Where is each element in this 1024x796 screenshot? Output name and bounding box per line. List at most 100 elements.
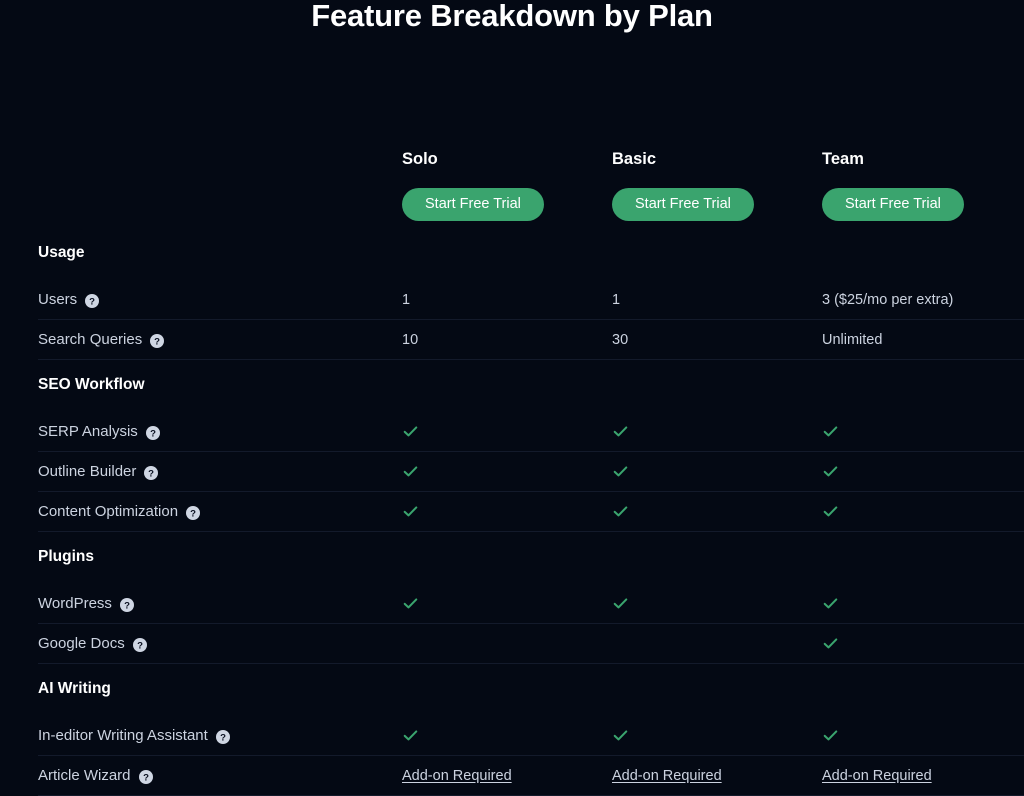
plan-value-cell bbox=[602, 643, 812, 644]
checkmark-icon bbox=[612, 595, 629, 612]
feature-label: Users bbox=[38, 290, 78, 308]
feature-name-cell: Article Wizard? bbox=[38, 766, 392, 786]
svg-text:?: ? bbox=[143, 772, 149, 783]
checkmark-icon bbox=[402, 503, 419, 520]
table-row: Users? 1 1 3 ($25/mo per extra) bbox=[38, 280, 1024, 320]
svg-text:?: ? bbox=[220, 732, 226, 743]
plan-value-cell bbox=[812, 727, 1022, 744]
table-row: Article Wizard? Add-on Required Add-on Req… bbox=[38, 756, 1024, 796]
feature-name-cell: Content Optimization? bbox=[38, 502, 392, 522]
feature-label: In-editor Writing Assistant bbox=[38, 726, 208, 744]
feature-label: Article Wizard bbox=[38, 766, 131, 784]
plan-value-text: 30 bbox=[612, 331, 629, 348]
section-title: SEO Workflow bbox=[38, 376, 145, 393]
plan-name: Team bbox=[822, 150, 864, 168]
table-row: WordPress? bbox=[38, 584, 1024, 624]
plan-value-cell: Unlimited bbox=[812, 330, 1022, 350]
plan-value-cell bbox=[392, 727, 602, 744]
plan-value-cell bbox=[602, 463, 812, 480]
checkmark-icon bbox=[612, 727, 629, 744]
checkmark-icon bbox=[822, 463, 839, 480]
section-title: AI Writing bbox=[38, 680, 111, 697]
feature-name-cell: WordPress? bbox=[38, 594, 392, 614]
add-on-required-link[interactable]: Add-on Required bbox=[612, 766, 722, 786]
plan-value-cell: 3 ($25/mo per extra) bbox=[812, 290, 1022, 310]
plan-value-cell: 1 bbox=[392, 290, 602, 310]
checkmark-icon bbox=[612, 463, 629, 480]
table-row: SERP Analysis? bbox=[38, 412, 1024, 452]
feature-label: Search Queries bbox=[38, 330, 143, 348]
svg-text:?: ? bbox=[154, 336, 160, 347]
table-row: Google Docs? bbox=[38, 624, 1024, 664]
add-on-required-link[interactable]: Add-on Required bbox=[402, 766, 512, 786]
section-header-cell: AI Writing bbox=[0, 679, 392, 701]
plan-value-cell: Add-on Required bbox=[812, 766, 1022, 786]
question-mark-circle-icon[interactable]: ? bbox=[138, 769, 153, 784]
feature-label: Google Docs bbox=[38, 634, 125, 652]
plan-value-text: 3 ($25/mo per extra) bbox=[822, 291, 954, 308]
svg-text:?: ? bbox=[137, 640, 143, 651]
plan-value-text: 10 bbox=[402, 331, 419, 348]
plan-value-cell bbox=[602, 595, 812, 612]
plan-value-cell: Add-on Required bbox=[602, 766, 812, 786]
question-mark-circle-icon[interactable]: ? bbox=[145, 425, 160, 440]
section-header-row: Plugins bbox=[0, 532, 1024, 584]
plan-value-cell bbox=[602, 727, 812, 744]
page-title: Feature Breakdown by Plan bbox=[311, 0, 713, 33]
question-mark-circle-icon[interactable]: ? bbox=[144, 465, 159, 480]
plan-value-cell bbox=[392, 463, 602, 480]
question-mark-circle-icon[interactable]: ? bbox=[150, 333, 165, 348]
section-header-row: SEO Workflow bbox=[0, 360, 1024, 412]
checkmark-icon bbox=[402, 595, 419, 612]
plan-value-cell bbox=[392, 643, 602, 644]
plan-value-cell bbox=[812, 423, 1022, 440]
svg-text:?: ? bbox=[124, 600, 130, 611]
question-mark-circle-icon[interactable]: ? bbox=[186, 505, 201, 520]
table-row: In-editor Writing Assistant? bbox=[38, 716, 1024, 756]
plan-name: Basic bbox=[612, 150, 657, 168]
table-row: Content Optimization? bbox=[38, 492, 1024, 532]
plan-value-cell bbox=[812, 595, 1022, 612]
plan-value-cell bbox=[812, 635, 1022, 652]
start-free-trial-button[interactable]: Start Free Trial bbox=[822, 188, 964, 221]
checkmark-icon bbox=[822, 503, 839, 520]
question-mark-circle-icon[interactable]: ? bbox=[215, 729, 230, 744]
table-row: Search Queries? 10 30 Unlimited bbox=[38, 320, 1024, 360]
plan-value-cell bbox=[392, 595, 602, 612]
checkmark-icon bbox=[402, 727, 419, 744]
section-header-row: Usage bbox=[0, 228, 1024, 280]
question-mark-circle-icon[interactable]: ? bbox=[119, 597, 134, 612]
feature-name-cell: Google Docs? bbox=[38, 634, 392, 654]
feature-label: SERP Analysis bbox=[38, 422, 138, 440]
svg-text:?: ? bbox=[89, 296, 95, 307]
feature-comparison-table: Solo Start Free Trial Basic Start Free T… bbox=[0, 138, 1024, 796]
question-mark-circle-icon[interactable]: ? bbox=[132, 637, 147, 652]
plan-column-0: Solo Start Free Trial bbox=[392, 138, 602, 221]
checkmark-icon bbox=[822, 595, 839, 612]
feature-name-cell: Users? bbox=[38, 290, 392, 310]
plan-column-2: Team Start Free Trial bbox=[812, 138, 1022, 221]
start-free-trial-button[interactable]: Start Free Trial bbox=[612, 188, 754, 221]
plan-value-cell: 30 bbox=[602, 330, 812, 350]
start-free-trial-button[interactable]: Start Free Trial bbox=[402, 188, 544, 221]
plan-value-cell bbox=[812, 463, 1022, 480]
plan-value-cell bbox=[602, 503, 812, 520]
question-mark-circle-icon[interactable]: ? bbox=[85, 293, 100, 308]
checkmark-icon bbox=[612, 423, 629, 440]
plan-value-cell: 10 bbox=[392, 330, 602, 350]
svg-text:?: ? bbox=[190, 508, 196, 519]
empty-value bbox=[402, 643, 403, 644]
plan-name: Solo bbox=[402, 150, 438, 168]
add-on-required-link[interactable]: Add-on Required bbox=[822, 766, 932, 786]
checkmark-icon bbox=[822, 727, 839, 744]
section-header-cell: Usage bbox=[0, 243, 392, 265]
feature-label: WordPress bbox=[38, 594, 112, 612]
checkmark-icon bbox=[822, 635, 839, 652]
svg-text:?: ? bbox=[148, 468, 154, 479]
plan-value-text: 1 bbox=[612, 291, 621, 308]
checkmark-icon bbox=[402, 423, 419, 440]
pricing-comparison-page: Feature Breakdown by Plan Solo Start Fre… bbox=[0, 0, 1024, 796]
empty-value bbox=[612, 643, 613, 644]
sections-container: Usage Users? 1 1 3 ($25/mo per extra) Search … bbox=[0, 228, 1024, 796]
feature-label: Outline Builder bbox=[38, 462, 137, 480]
